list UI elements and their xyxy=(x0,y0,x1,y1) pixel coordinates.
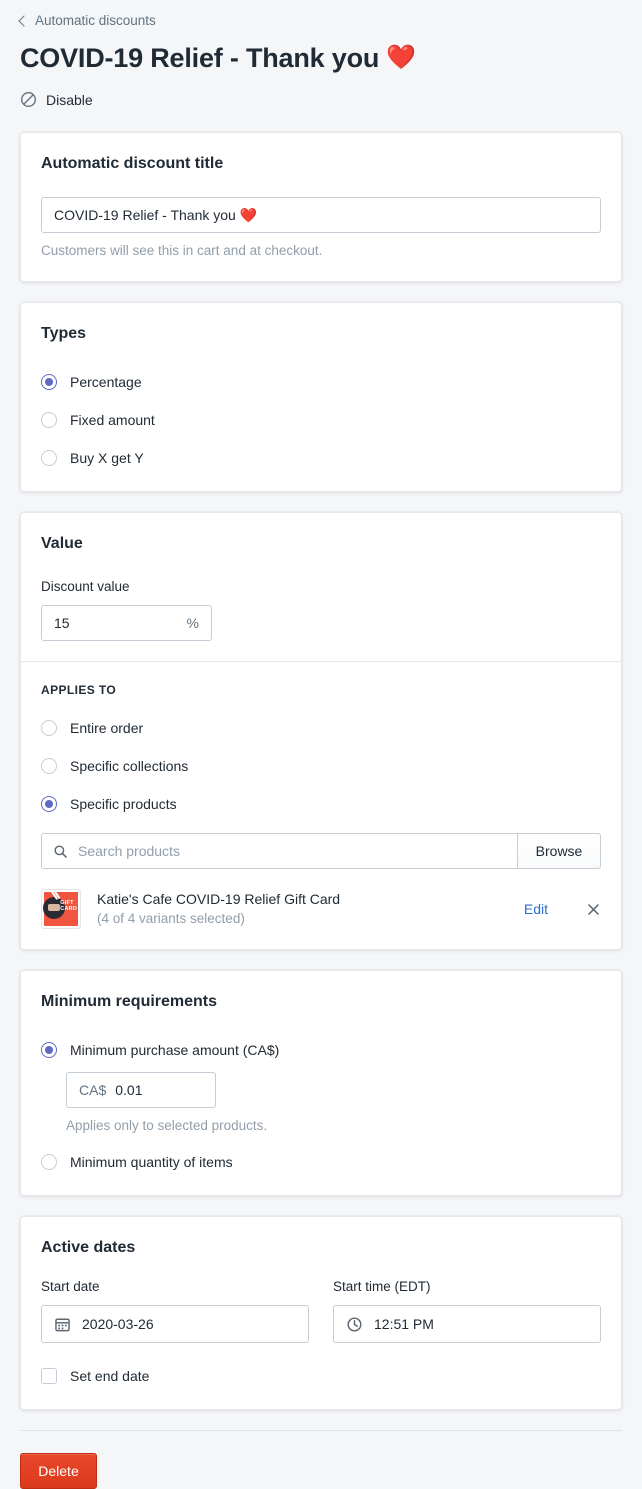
start-time-input[interactable]: 12:51 PM xyxy=(333,1305,601,1343)
minimum-amount-value: 0.01 xyxy=(115,1082,143,1098)
browse-button[interactable]: Browse xyxy=(517,833,601,869)
start-date-value: 2020-03-26 xyxy=(82,1316,154,1332)
radio-type-percentage[interactable]: Percentage xyxy=(41,369,601,395)
clock-icon xyxy=(347,1316,362,1332)
value-card: Value Discount value 15 % APPLIES TO Ent… xyxy=(20,512,622,950)
product-search-placeholder: Search products xyxy=(78,843,180,859)
radio-indicator xyxy=(41,412,57,428)
page-title: COVID-19 Relief - Thank you ❤️ xyxy=(20,41,622,75)
product-info: Katie's Cafe COVID-19 Relief Gift Card (… xyxy=(97,889,508,929)
edit-product-link[interactable]: Edit xyxy=(524,901,548,917)
back-link-label: Automatic discounts xyxy=(35,13,156,28)
radio-label: Minimum purchase amount (CA$) xyxy=(70,1042,280,1058)
radio-label: Percentage xyxy=(70,374,142,390)
product-variants-count: (4 of 4 variants selected) xyxy=(97,911,245,926)
disable-icon xyxy=(21,92,36,107)
start-time-value: 12:51 PM xyxy=(374,1316,434,1332)
footer-divider xyxy=(20,1430,622,1431)
discount-value-text: 15 xyxy=(54,615,70,631)
discount-value-input[interactable]: 15 % xyxy=(41,605,212,641)
radio-label: Minimum quantity of items xyxy=(70,1154,233,1170)
dates-grid: Start date 2020-03-26 Start time (EDT) 1… xyxy=(41,1277,601,1343)
radio-indicator xyxy=(41,1042,57,1058)
radio-indicator xyxy=(41,374,57,390)
radio-minimum-quantity-of-items[interactable]: Minimum quantity of items xyxy=(41,1149,601,1175)
minimum-amount-input[interactable]: CA$ 0.01 xyxy=(66,1072,216,1108)
radio-applies-specific-collections[interactable]: Specific collections xyxy=(41,753,601,779)
radio-label: Fixed amount xyxy=(70,412,155,428)
page-title-text: COVID-19 Relief - Thank you xyxy=(20,43,380,73)
start-time-col: Start time (EDT) 12:51 PM xyxy=(333,1277,601,1343)
radio-indicator xyxy=(41,796,57,812)
disable-label: Disable xyxy=(46,91,93,108)
radio-type-fixed-amount[interactable]: Fixed amount xyxy=(41,407,601,433)
radio-indicator xyxy=(41,450,57,466)
product-thumbnail: GIFT CARD xyxy=(41,889,81,929)
discount-title-input[interactable]: COVID-19 Relief - Thank you ❤️ xyxy=(41,197,601,233)
active-dates-card: Active dates Start date 2020-03-26 Start… xyxy=(20,1216,622,1410)
chevron-left-icon xyxy=(18,14,30,27)
disable-button[interactable]: Disable xyxy=(20,91,93,108)
radio-applies-entire-order[interactable]: Entire order xyxy=(41,715,601,741)
page-header: Automatic discounts COVID-19 Relief - Th… xyxy=(0,0,642,108)
start-date-input[interactable]: 2020-03-26 xyxy=(41,1305,309,1343)
radio-label: Buy X get Y xyxy=(70,450,144,466)
applies-to-heading: APPLIES TO xyxy=(41,683,117,697)
minimum-requirements-card: Minimum requirements Minimum purchase am… xyxy=(20,970,622,1196)
types-card: Types Percentage Fixed amount Buy X get … xyxy=(20,302,622,492)
selected-product-row: GIFT CARD Katie's Cafe COVID-19 Relief G… xyxy=(41,889,601,929)
heart-emoji-icon: ❤️ xyxy=(386,44,416,71)
dates-card-heading: Active dates xyxy=(41,1239,136,1256)
checkbox-set-end-date[interactable]: Set end date xyxy=(41,1363,601,1389)
checkbox-indicator xyxy=(41,1368,57,1384)
percent-suffix: % xyxy=(186,615,199,631)
search-icon xyxy=(54,844,67,858)
radio-applies-specific-products[interactable]: Specific products xyxy=(41,791,601,817)
radio-label: Entire order xyxy=(70,720,144,736)
thumb-text-card: CARD xyxy=(60,906,77,912)
types-card-heading: Types xyxy=(41,325,87,342)
start-date-label: Start date xyxy=(41,1279,100,1294)
start-date-col: Start date 2020-03-26 xyxy=(41,1277,309,1343)
checkbox-label: Set end date xyxy=(70,1368,150,1384)
value-card-heading: Value xyxy=(41,535,83,552)
minimum-amount-help: Applies only to selected products. xyxy=(66,1118,268,1133)
radio-label: Specific products xyxy=(70,796,177,812)
radio-indicator xyxy=(41,1154,57,1170)
radio-indicator xyxy=(41,720,57,736)
automatic-discount-title-card: Automatic discount title COVID-19 Relief… xyxy=(20,132,622,282)
product-search-row: Search products Browse xyxy=(41,833,601,869)
radio-indicator xyxy=(41,758,57,774)
title-card-heading: Automatic discount title xyxy=(41,155,224,172)
back-to-automatic-discounts-link[interactable]: Automatic discounts xyxy=(18,12,156,30)
calendar-icon xyxy=(55,1318,70,1331)
currency-prefix: CA$ xyxy=(79,1082,107,1098)
discount-edit-page: Automatic discounts COVID-19 Relief - Th… xyxy=(0,0,642,1489)
radio-label: Specific collections xyxy=(70,758,189,774)
discount-title-help: Customers will see this in cart and at c… xyxy=(41,243,323,258)
remove-product-close-icon[interactable] xyxy=(586,902,601,917)
start-time-label: Start time (EDT) xyxy=(333,1279,431,1294)
radio-minimum-purchase-amount[interactable]: Minimum purchase amount (CA$) xyxy=(41,1037,601,1063)
product-name: Katie's Cafe COVID-19 Relief Gift Card xyxy=(97,891,341,907)
radio-type-buy-x-get-y[interactable]: Buy X get Y xyxy=(41,445,601,471)
product-search-input[interactable]: Search products xyxy=(41,833,517,869)
minimum-card-heading: Minimum requirements xyxy=(41,993,218,1010)
discount-title-value: COVID-19 Relief - Thank you ❤️ xyxy=(54,206,258,223)
delete-button[interactable]: Delete xyxy=(20,1453,97,1489)
discount-value-label: Discount value xyxy=(41,579,130,594)
